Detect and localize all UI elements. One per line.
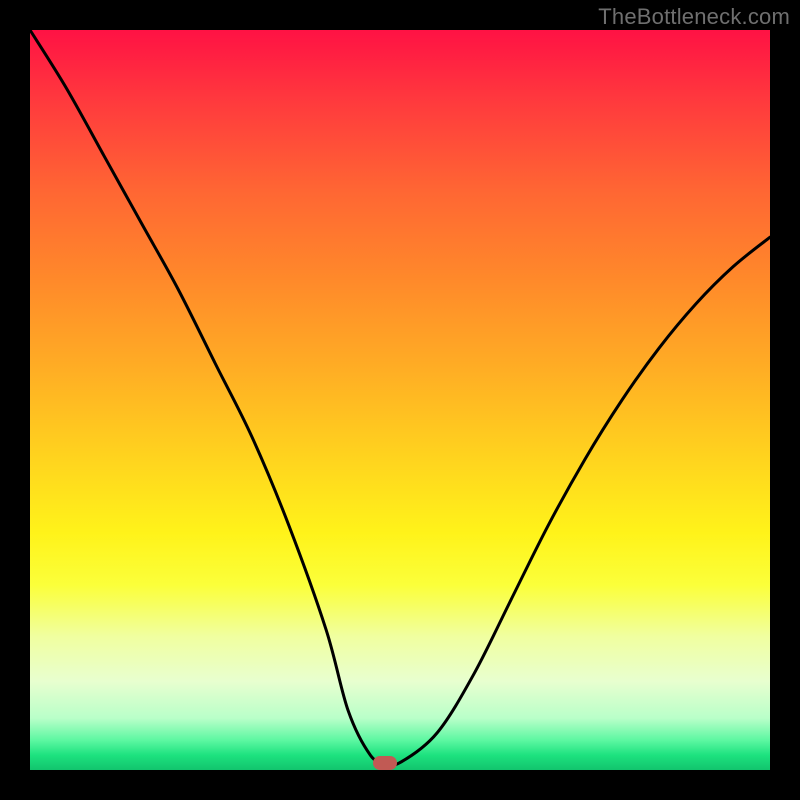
- plot-area: [30, 30, 770, 770]
- chart-frame: TheBottleneck.com: [0, 0, 800, 800]
- curve-svg: [30, 30, 770, 770]
- watermark-text: TheBottleneck.com: [598, 4, 790, 30]
- min-marker: [373, 756, 397, 770]
- bottleneck-curve-path: [30, 30, 770, 765]
